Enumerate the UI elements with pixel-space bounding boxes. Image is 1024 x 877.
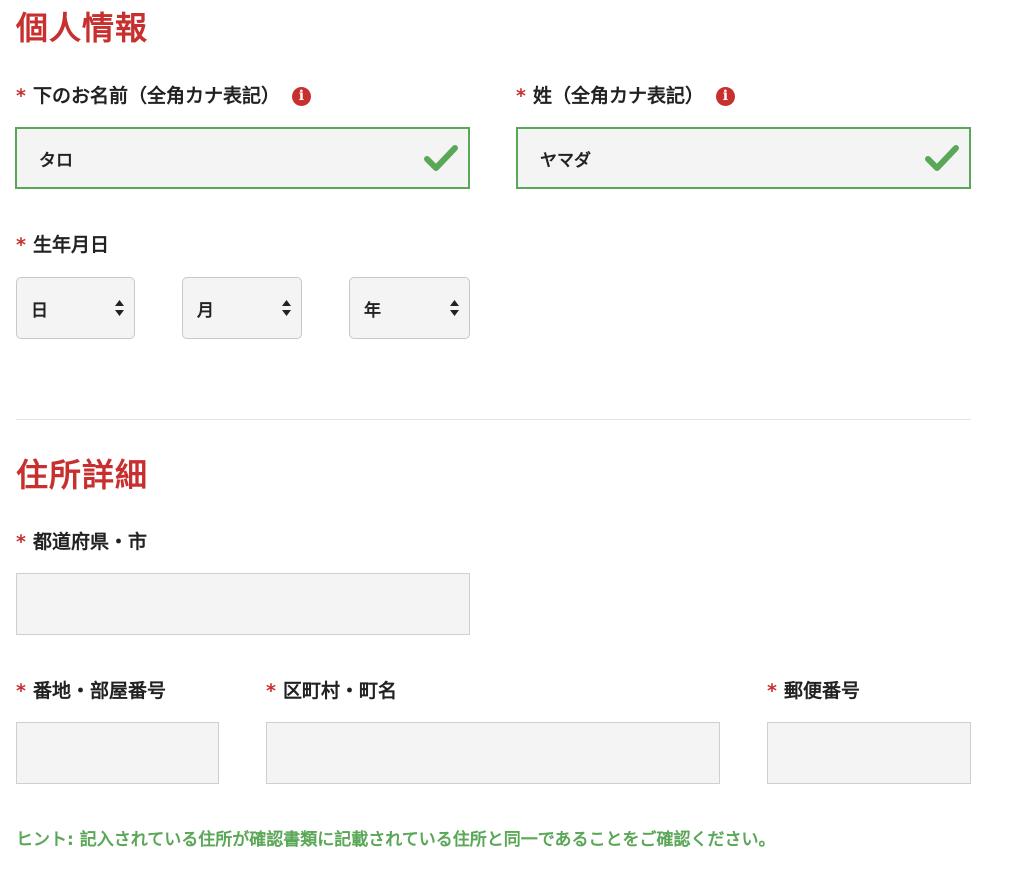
section-divider bbox=[16, 419, 971, 420]
first-name-label: * 下のお名前（全角カナ表記） i bbox=[16, 87, 311, 106]
last-name-value: ヤマダ bbox=[540, 150, 591, 171]
required-mark: * bbox=[767, 680, 777, 702]
birthdate-label: * 生年月日 bbox=[16, 236, 109, 255]
prefecture-city-input[interactable] bbox=[16, 573, 470, 635]
required-mark: * bbox=[516, 85, 526, 107]
ward-town-input[interactable] bbox=[266, 722, 720, 784]
info-icon[interactable]: i bbox=[715, 87, 735, 106]
updown-arrows-icon bbox=[450, 300, 459, 316]
birth-year-select[interactable]: 年 bbox=[349, 277, 470, 339]
street-room-label: * 番地・部屋番号 bbox=[16, 682, 166, 701]
first-name-label-text: 下のお名前（全角カナ表記） bbox=[32, 85, 280, 107]
ward-town-label-text: 区町村・町名 bbox=[282, 680, 397, 702]
last-name-label: * 姓（全角カナ表記） i bbox=[516, 87, 735, 106]
birthdate-label-text: 生年月日 bbox=[32, 234, 109, 256]
ward-town-label: * 区町村・町名 bbox=[266, 682, 397, 701]
birth-day-value: 日 bbox=[31, 300, 48, 321]
checkmark-icon bbox=[424, 145, 458, 171]
address-hint: ヒント: 記入されている住所が確認書類に記載されている住所と同一であることをご確… bbox=[16, 830, 776, 850]
info-icon[interactable]: i bbox=[291, 87, 311, 106]
birth-month-value: 月 bbox=[197, 300, 214, 321]
required-mark: * bbox=[16, 680, 26, 702]
street-room-input[interactable] bbox=[16, 722, 219, 784]
required-mark: * bbox=[16, 531, 26, 553]
personal-info-title: 個人情報 bbox=[16, 9, 149, 47]
street-room-label-text: 番地・部屋番号 bbox=[32, 680, 166, 702]
postal-code-input[interactable] bbox=[767, 722, 971, 784]
required-mark: * bbox=[16, 85, 26, 107]
prefecture-city-label-text: 都道府県・市 bbox=[32, 531, 147, 553]
birth-day-select[interactable]: 日 bbox=[16, 277, 135, 339]
birth-year-value: 年 bbox=[364, 300, 381, 321]
last-name-input[interactable]: ヤマダ bbox=[516, 127, 971, 189]
last-name-label-text: 姓（全角カナ表記） bbox=[532, 85, 704, 107]
updown-arrows-icon bbox=[282, 300, 291, 316]
birth-month-select[interactable]: 月 bbox=[182, 277, 302, 339]
prefecture-city-label: * 都道府県・市 bbox=[16, 533, 147, 552]
checkmark-icon bbox=[925, 145, 959, 171]
updown-arrows-icon bbox=[115, 300, 124, 316]
required-mark: * bbox=[16, 234, 26, 256]
postal-code-label: * 郵便番号 bbox=[767, 682, 860, 701]
first-name-input[interactable]: タロ bbox=[15, 127, 470, 189]
first-name-value: タロ bbox=[39, 150, 73, 171]
postal-code-label-text: 郵便番号 bbox=[783, 680, 860, 702]
address-title: 住所詳細 bbox=[16, 456, 149, 494]
required-mark: * bbox=[266, 680, 276, 702]
